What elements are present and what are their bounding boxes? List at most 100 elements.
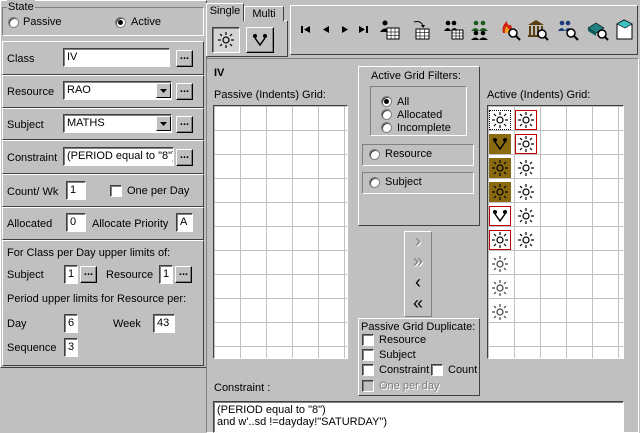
resource-browse-button[interactable]: ...	[176, 83, 193, 100]
class-label: Class	[7, 53, 35, 65]
active-radio[interactable]	[115, 17, 126, 28]
duplicate-one-per-day-checkbox[interactable]	[362, 380, 374, 392]
toolbar-prev-button[interactable]	[318, 22, 332, 36]
allocated-field: 0	[66, 213, 86, 232]
move-all-left-button[interactable]: «	[408, 294, 428, 312]
tab-single[interactable]: Single	[206, 3, 244, 21]
previous-record-icon	[322, 25, 329, 33]
single-mode-button[interactable]	[212, 27, 240, 53]
toolbar-people-group-button[interactable]	[468, 18, 492, 42]
book-zoom-icon	[587, 22, 609, 41]
week-limit-field[interactable]: 43	[153, 314, 175, 333]
passive-label: Passive	[23, 16, 62, 28]
duplicate-resource-label: Resource	[379, 334, 427, 346]
class-subject-limit-button[interactable]: ...	[80, 266, 97, 283]
toolbar-fire-zoom-button[interactable]	[498, 18, 522, 42]
filter-incomplete-radio[interactable]	[381, 122, 392, 133]
move-right-button[interactable]: ›	[408, 232, 428, 250]
sequence-limit-field[interactable]: 3	[64, 338, 78, 357]
class-field[interactable]: IV	[63, 48, 170, 67]
active-grid-cell-sun-light-icon[interactable]	[489, 302, 511, 322]
toolbar-first-button[interactable]	[298, 22, 312, 36]
active-grid-cell-sun-icon[interactable]	[515, 230, 537, 250]
subject-browse-button[interactable]: ...	[176, 116, 193, 133]
people-group-icon	[471, 20, 488, 40]
next-record-icon	[341, 25, 348, 33]
filters-title: Active Grid Filters:	[371, 70, 461, 82]
active-grid-cells	[489, 109, 549, 349]
people-pair-icon	[253, 34, 267, 47]
constraint-browse-button[interactable]: ...	[176, 149, 193, 166]
duplicate-constraint-checkbox[interactable]	[362, 364, 374, 376]
duplicate-resource-checkbox[interactable]	[362, 334, 374, 346]
day-limit-field[interactable]: 6	[64, 314, 78, 333]
duplicate-subject-label: Subject	[379, 349, 416, 361]
active-grid-cell-sun-icon[interactable]	[515, 158, 537, 178]
toolbar-building-zoom-button[interactable]	[526, 18, 550, 42]
active-grid-cell-sun-boxed-red-icon[interactable]	[515, 110, 537, 130]
filter-subject-radio[interactable]	[369, 177, 380, 188]
class-resource-limit-label: Resource	[106, 269, 154, 281]
duplicate-constraint-label: Constraint	[379, 364, 430, 376]
duplicate-one-per-day-label: One per day	[379, 380, 440, 392]
constraint-field[interactable]: (PERIOD equal to "8")	[63, 147, 174, 166]
constraint-line-1: (PERIOD equal to "8")	[217, 404, 326, 416]
allocate-priority-field[interactable]: A	[176, 213, 193, 232]
resource-label: Resource	[7, 86, 55, 98]
filter-incomplete-label: Incomplete	[397, 122, 451, 134]
duplicate-count-checkbox[interactable]	[431, 364, 443, 376]
subject-dropdown-arrow[interactable]	[156, 116, 171, 131]
resource-dropdown-arrow[interactable]	[156, 83, 171, 98]
last-record-icon	[358, 25, 368, 33]
active-grid-cell-sun-boxed-selected-icon[interactable]	[489, 110, 511, 130]
toolbar-calendar-arrow-button[interactable]	[410, 18, 434, 42]
passive-radio[interactable]	[8, 17, 19, 28]
active-grid-cell-sun-light-icon[interactable]	[489, 254, 511, 274]
constraint-textarea[interactable]: (PERIOD equal to "8") and w'..sd !=dayda…	[213, 401, 624, 433]
count-label: Count/ Wk	[7, 186, 59, 198]
toolbar-class-calendar-button[interactable]	[378, 18, 402, 42]
fire-zoom-icon	[502, 21, 521, 41]
toolbar-page-button[interactable]	[612, 18, 636, 42]
tab-multi[interactable]: Multi	[244, 6, 284, 21]
move-all-right-button[interactable]: »	[408, 252, 428, 270]
class-calendar-icon	[380, 20, 400, 40]
class-resource-limit-field[interactable]: 1	[159, 265, 173, 284]
active-grid-cell-sun-brown-icon[interactable]	[489, 182, 511, 202]
toolbar-people-calendar-button[interactable]	[442, 18, 466, 42]
week-limit-label: Week	[113, 318, 141, 330]
duplicate-subject-checkbox[interactable]	[362, 349, 374, 361]
active-grid-cell-sun-icon[interactable]	[515, 206, 537, 226]
filter-all-radio[interactable]	[381, 96, 392, 107]
multi-mode-button[interactable]	[246, 27, 274, 53]
one-per-day-checkbox[interactable]	[110, 185, 122, 197]
active-grid-cell-sun-light-icon[interactable]	[489, 278, 511, 298]
count-field[interactable]: 1	[66, 181, 86, 200]
people-zoom-icon	[558, 20, 579, 41]
passive-grid-label: Passive (Indents) Grid:	[214, 89, 326, 101]
toolbar-next-button[interactable]	[338, 22, 352, 36]
passive-grid[interactable]	[213, 105, 348, 359]
active-grid-cell-sun-brown-icon[interactable]	[489, 158, 511, 178]
class-subject-limit-label: Subject	[7, 269, 44, 281]
chevron-down-icon	[160, 121, 167, 126]
building-zoom-icon	[528, 20, 549, 41]
active-grid-cell-sun-boxed-red-icon[interactable]	[515, 134, 537, 154]
toolbar-last-button[interactable]	[356, 22, 370, 36]
toolbar-people-zoom-button[interactable]	[556, 18, 580, 42]
active-grid-label: Active (Indents) Grid:	[487, 89, 591, 101]
active-grid-cell-people-brown-sun-icon[interactable]	[489, 134, 511, 154]
allocate-priority-label: Allocate Priority	[92, 218, 169, 230]
class-subject-limit-field[interactable]: 1	[64, 265, 78, 284]
move-left-button[interactable]: ‹	[408, 273, 428, 291]
active-grid-cell-sun-boxed-red-icon[interactable]	[489, 230, 511, 250]
filter-subject-label: Subject	[385, 176, 422, 188]
class-resource-limit-button[interactable]: ...	[175, 266, 192, 283]
toolbar-book-zoom-button[interactable]	[586, 18, 610, 42]
active-grid-cell-people-boxed-red-icon[interactable]	[489, 206, 511, 226]
filter-resource-radio[interactable]	[369, 149, 380, 160]
filter-allocated-radio[interactable]	[381, 109, 392, 120]
class-browse-button[interactable]: ...	[176, 50, 193, 67]
active-grid-cell-sun-icon[interactable]	[515, 182, 537, 202]
constraint-text-label: Constraint :	[214, 382, 271, 394]
